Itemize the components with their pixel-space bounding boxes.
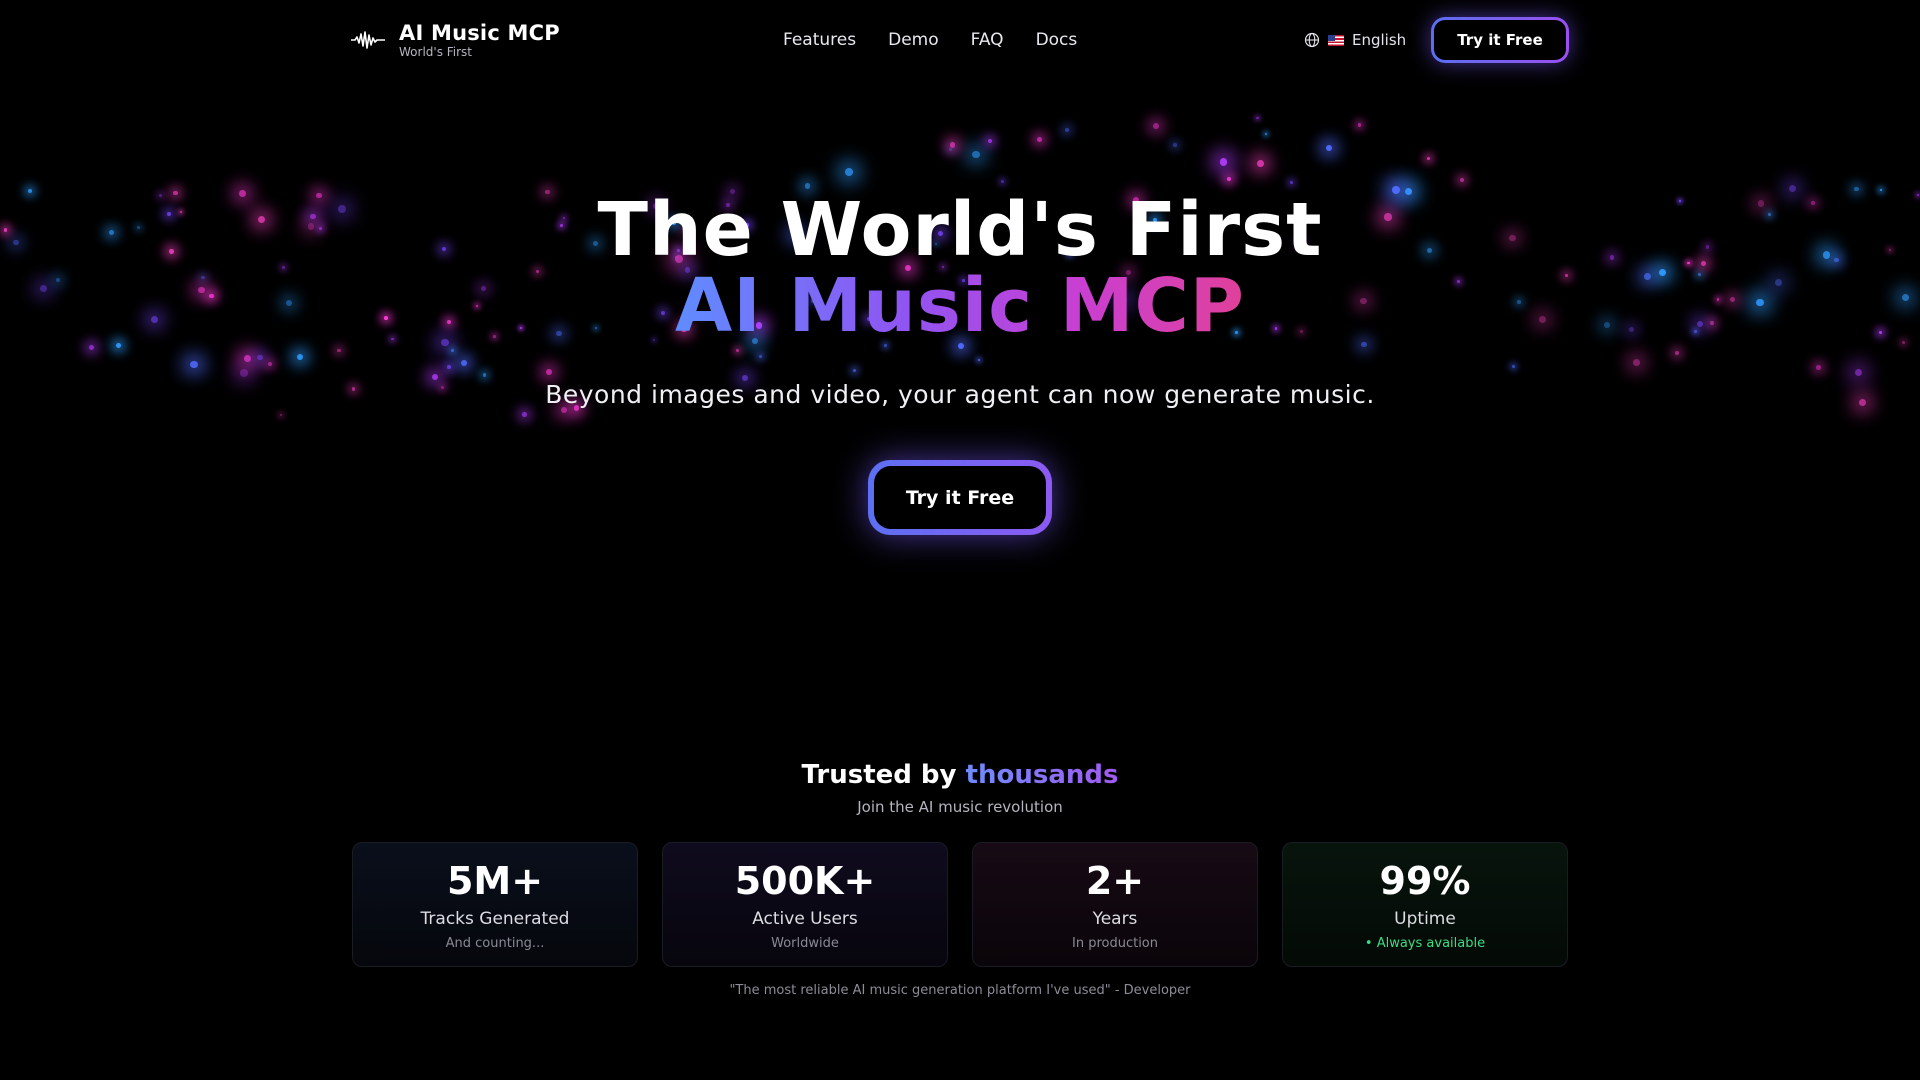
- hero-try-free-button[interactable]: Try it Free: [868, 460, 1052, 535]
- stat-value: 99%: [1379, 859, 1471, 903]
- stat-note: And counting...: [445, 936, 545, 951]
- particle: [89, 344, 95, 350]
- stats-row: 5M+ Tracks Generated And counting... 500…: [352, 842, 1568, 967]
- waveform-logo-icon: [351, 31, 385, 49]
- hero-try-free-label: Try it Free: [874, 466, 1046, 529]
- particle: [1325, 144, 1333, 152]
- stat-label: Uptime: [1394, 909, 1456, 929]
- particle: [522, 412, 527, 417]
- brand-subtitle: World's First: [399, 44, 473, 59]
- brand-title: AI Music MCP: [399, 20, 560, 45]
- nav-try-free-button[interactable]: Try it Free: [1431, 17, 1569, 63]
- nav-link-features[interactable]: Features: [783, 30, 856, 50]
- particle: [1632, 359, 1640, 367]
- stat-card-years: 2+ Years In production: [972, 842, 1258, 967]
- trust-heading-highlight: thousands: [965, 760, 1119, 790]
- particle: [1816, 365, 1821, 370]
- particle: [1227, 176, 1232, 181]
- hero-title-line1: The World's First: [597, 187, 1323, 273]
- particle: [1289, 180, 1293, 184]
- globe-icon: [1304, 32, 1320, 48]
- particle: [296, 353, 303, 361]
- particle: [240, 369, 248, 377]
- particle: [190, 360, 198, 369]
- particle: [987, 138, 993, 143]
- particle: [268, 362, 273, 367]
- particle: [1064, 127, 1069, 132]
- particle: [1675, 350, 1680, 356]
- us-flag-icon: [1328, 34, 1344, 46]
- hero-title-line2: AI Music MCP: [674, 263, 1246, 349]
- stat-label: Years: [1092, 909, 1138, 929]
- stat-note: Worldwide: [771, 936, 839, 951]
- nav-link-demo[interactable]: Demo: [888, 30, 939, 50]
- stat-note: In production: [1071, 936, 1158, 951]
- stat-value: 500K+: [734, 859, 876, 903]
- particle: [972, 150, 980, 158]
- nav-link-faq[interactable]: FAQ: [971, 30, 1004, 50]
- stat-label: Tracks Generated: [420, 909, 570, 929]
- particle: [1459, 178, 1464, 183]
- stat-label: Active Users: [752, 909, 858, 929]
- particle: [845, 167, 854, 176]
- particle: [447, 364, 451, 369]
- language-label: English: [1352, 31, 1407, 49]
- particle: [736, 349, 740, 353]
- trust-heading-prefix: Trusted by: [801, 760, 966, 790]
- particle: [1854, 368, 1863, 377]
- particle: [1879, 188, 1883, 192]
- particle: [759, 354, 763, 358]
- brand[interactable]: AI Music MCP World's First: [351, 20, 560, 59]
- particle: [1173, 143, 1177, 147]
- nav-try-free-label: Try it Free: [1434, 20, 1566, 60]
- particle: [546, 369, 553, 376]
- testimonial-quote: "The most reliable AI music generation p…: [729, 983, 1191, 998]
- hero-subtitle: Beyond images and video, your agent can …: [545, 380, 1375, 409]
- particle: [279, 413, 283, 417]
- particle: [1219, 158, 1228, 167]
- stat-value: 2+: [1085, 859, 1145, 903]
- stat-note-status: • Always available: [1364, 936, 1486, 951]
- nav-link-docs[interactable]: Docs: [1036, 30, 1078, 50]
- particle: [1001, 180, 1004, 183]
- particle: [244, 354, 252, 362]
- language-selector[interactable]: English: [1304, 31, 1406, 49]
- particle: [1357, 123, 1362, 127]
- nav-links: Features Demo FAQ Docs: [783, 30, 1077, 50]
- particle: [948, 147, 953, 152]
- particle: [336, 348, 341, 353]
- stat-card-uptime: 99% Uptime • Always available: [1282, 842, 1568, 967]
- particle: [1854, 186, 1859, 192]
- particle: [1264, 132, 1267, 135]
- particle: [949, 142, 956, 148]
- particle: [1426, 156, 1431, 161]
- particle: [1257, 159, 1265, 167]
- top-navigation: AI Music MCP World's First Features Demo…: [351, 16, 1569, 64]
- particle: [978, 358, 981, 362]
- particle: [257, 354, 263, 361]
- stat-value: 5M+: [446, 859, 544, 903]
- particle: [460, 360, 467, 367]
- hero-title: The World's First AI Music MCP: [0, 192, 1920, 344]
- stat-card-tracks: 5M+ Tracks Generated And counting...: [352, 842, 638, 967]
- stat-card-users: 500K+ Active Users Worldwide: [662, 842, 948, 967]
- trust-heading: Trusted by thousands: [0, 760, 1920, 790]
- particle: [852, 369, 857, 373]
- trust-subtitle: Join the AI music revolution: [857, 798, 1063, 816]
- particle: [1256, 117, 1259, 120]
- particle: [1511, 364, 1515, 368]
- particle: [482, 373, 487, 377]
- particle: [1037, 137, 1043, 142]
- particle: [451, 349, 455, 352]
- particle: [1153, 122, 1160, 129]
